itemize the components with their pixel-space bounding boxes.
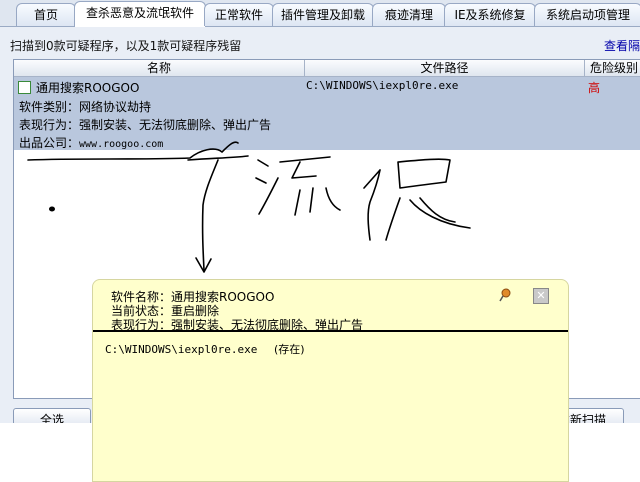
- popup-divider: [93, 330, 568, 332]
- close-icon[interactable]: ✕: [533, 288, 549, 304]
- table-row[interactable]: 通用搜索ROOGOO C:\WINDOWS\iexpl0re.exe 高 软件类…: [14, 77, 640, 150]
- popup-file-path: C:\WINDOWS\iexpl0re.exe: [105, 343, 258, 356]
- tab-malware-scan[interactable]: 查杀恶意及流氓软件: [74, 1, 206, 27]
- row-risk-level: 高: [588, 81, 601, 95]
- scan-summary: 扫描到0款可疑程序，以及1款可疑程序残留: [10, 39, 242, 53]
- column-header-name[interactable]: 名称: [14, 60, 305, 76]
- popup-file-status: (存在): [273, 343, 305, 356]
- tab-trace-cleanup[interactable]: 痕迹清理: [372, 3, 446, 26]
- row-company: 出品公司：www.roogoo.com: [19, 134, 163, 151]
- column-header-path[interactable]: 文件路径: [305, 60, 585, 76]
- detail-tooltip: 软件名称：通用搜索ROOGOO 当前状态：重启删除 表现行为：强制安装、无法彻底…: [92, 279, 569, 482]
- select-all-button[interactable]: 全选: [13, 408, 91, 423]
- tab-home[interactable]: 首页: [16, 3, 76, 26]
- row-behavior: 表现行为：强制安装、无法彻底删除、弹出广告: [19, 118, 272, 132]
- row-software-name: 通用搜索ROOGOO: [36, 81, 140, 95]
- tab-startup-management[interactable]: 系统启动项管理: [534, 3, 640, 26]
- column-header-risk[interactable]: 危险级别: [585, 60, 640, 76]
- tab-bar: 首页 查杀恶意及流氓软件 正常软件 插件管理及卸载 痕迹清理 IE及系统修复 系…: [0, 0, 640, 27]
- popup-file-entry: C:\WINDOWS\iexpl0re.exe (存在): [105, 341, 305, 357]
- row-company-url[interactable]: www.roogoo.com: [79, 139, 163, 150]
- pin-icon[interactable]: [498, 288, 512, 302]
- tab-normal-software[interactable]: 正常软件: [204, 3, 274, 26]
- row-checkbox[interactable]: [18, 81, 31, 94]
- row-file-path: C:\WINDOWS\iexpl0re.exe: [306, 79, 459, 92]
- tab-ie-system-repair[interactable]: IE及系统修复: [444, 3, 536, 26]
- row-company-label: 出品公司：: [19, 136, 80, 150]
- row-category: 软件类别：网络协议劫持: [19, 100, 152, 114]
- view-quarantine-link[interactable]: 查看隔: [604, 37, 640, 54]
- tab-plugin-management[interactable]: 插件管理及卸载: [272, 3, 374, 26]
- list-header: 名称 文件路径 危险级别: [14, 60, 640, 77]
